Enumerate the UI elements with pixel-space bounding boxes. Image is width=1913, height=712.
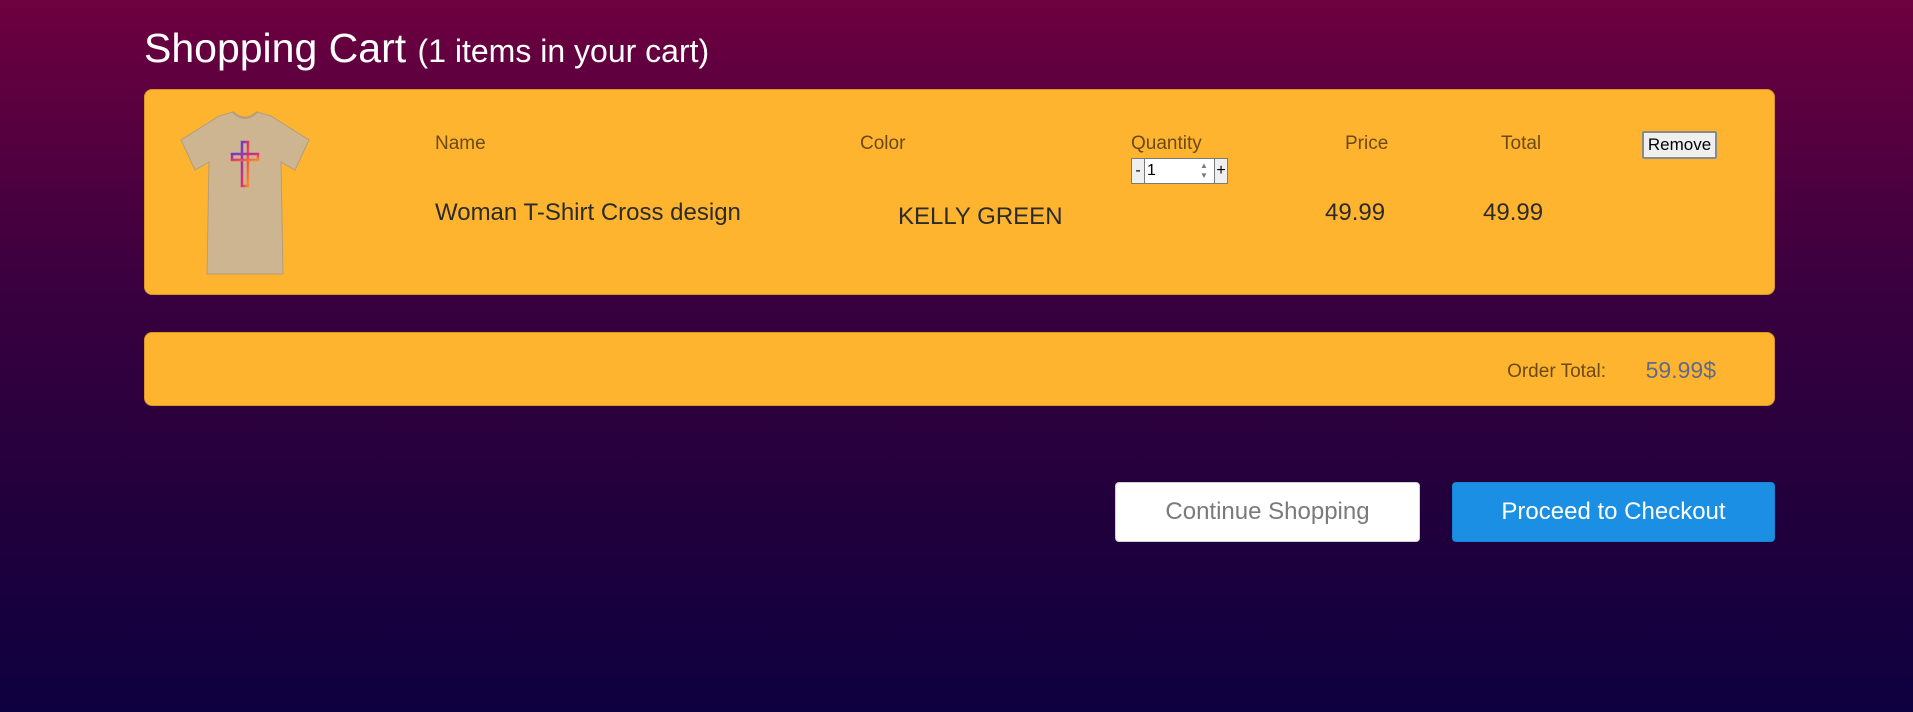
cart-item-count: (1 items in your cart)	[417, 33, 710, 69]
item-total: 49.99	[1483, 199, 1544, 226]
column-header-price: Price	[1345, 133, 1389, 154]
column-header-color: Color	[860, 133, 906, 154]
page-title: Shopping Cart (1 items in your cart)	[144, 22, 709, 77]
quantity-input[interactable]	[1145, 159, 1197, 183]
column-header-name: Name	[435, 133, 486, 154]
quantity-input-wrapper: ▲▼	[1145, 158, 1214, 184]
column-header-quantity: Quantity	[1131, 133, 1202, 154]
item-price: 49.99	[1325, 199, 1386, 226]
continue-shopping-button[interactable]: Continue Shopping	[1115, 482, 1420, 542]
order-summary-card: Order Total: 59.99$	[144, 332, 1775, 406]
item-name: Woman T-Shirt Cross design	[435, 199, 741, 226]
column-header-total: Total	[1501, 133, 1542, 154]
order-total-value: 59.99$	[1645, 357, 1716, 383]
spinner-arrows-icon[interactable]: ▲ ▼	[1198, 161, 1210, 181]
cart-title: Shopping Cart	[144, 25, 407, 71]
product-image	[175, 110, 315, 278]
proceed-to-checkout-button[interactable]: Proceed to Checkout	[1452, 482, 1775, 542]
tshirt-cross-image	[180, 111, 310, 275]
remove-item-button[interactable]: Remove	[1642, 131, 1717, 159]
order-total-label: Order Total:	[1507, 361, 1606, 382]
quantity-increment-button[interactable]: +	[1214, 158, 1228, 184]
quantity-stepper: - ▲▼ +	[1131, 158, 1228, 184]
item-color: KELLY GREEN	[898, 203, 1063, 230]
cart-item-card: Name Color Quantity Price Total - ▲▼ + W…	[144, 89, 1775, 295]
quantity-decrement-button[interactable]: -	[1131, 158, 1145, 184]
